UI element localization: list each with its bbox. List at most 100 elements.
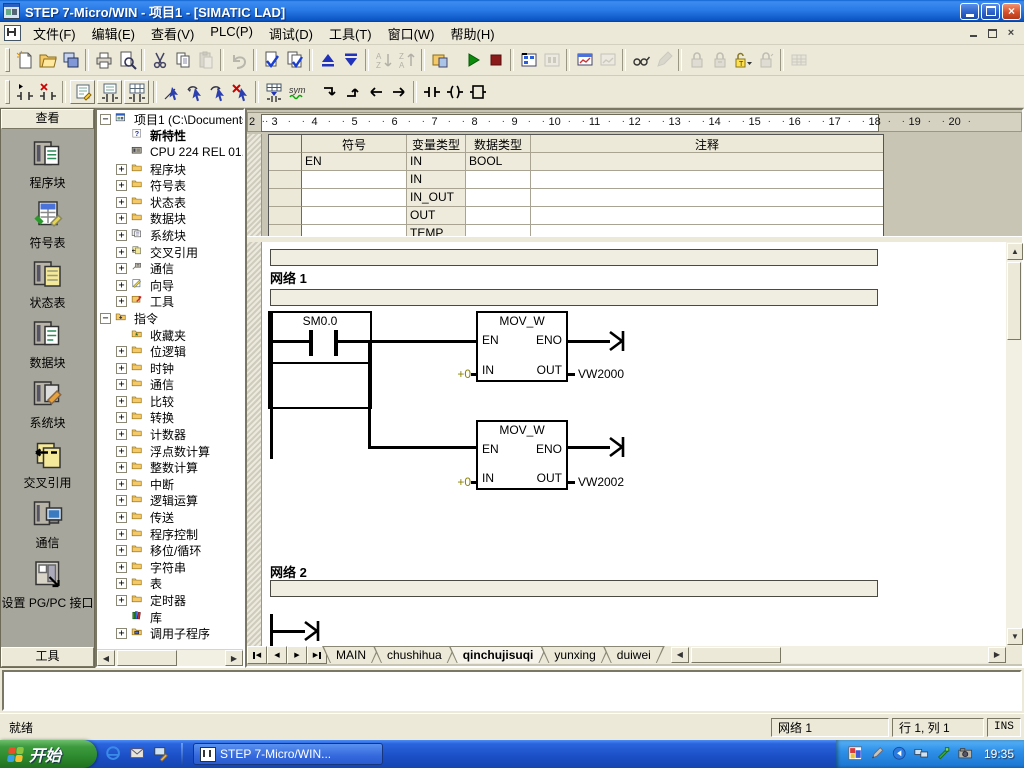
tree-item[interactable]: +字符串 xyxy=(98,559,243,576)
tree-horizontal-scrollbar[interactable]: ◀ ▶ xyxy=(97,649,243,666)
network1-comment-box[interactable] xyxy=(270,289,878,306)
tree-expander-icon[interactable]: + xyxy=(116,197,127,208)
row-header-cell[interactable] xyxy=(269,189,302,207)
menu-文件(F)[interactable]: 文件(F) xyxy=(25,21,84,46)
mdi-close-button[interactable]: × xyxy=(1003,26,1019,40)
cell-datatype[interactable] xyxy=(466,207,531,225)
cell-comment[interactable] xyxy=(531,153,883,171)
sidebar-item-pgpc-interface[interactable]: 设置 PG/PC 接口 xyxy=(2,559,94,619)
tree-item[interactable]: +符号表 xyxy=(98,177,243,194)
tree-expander-icon[interactable]: + xyxy=(116,529,127,540)
ie-icon[interactable] xyxy=(105,745,123,763)
symbol-info-icon[interactable]: sym xyxy=(285,81,308,103)
tree-item[interactable]: −指令 xyxy=(98,310,243,327)
cell-comment[interactable] xyxy=(531,171,883,189)
mov-w-block-1[interactable]: MOV_W EN ENO IN OUT xyxy=(476,311,568,382)
tree-expander-icon[interactable]: + xyxy=(116,495,127,506)
tree-expander-icon[interactable]: + xyxy=(116,346,127,357)
tree-expander-icon[interactable]: + xyxy=(116,446,127,457)
network-tray-icon[interactable] xyxy=(914,746,931,763)
tree-item[interactable]: +逻辑运算 xyxy=(98,493,243,510)
sidebar-item-program-block[interactable]: 程序块 xyxy=(2,139,94,199)
block2-in-value[interactable]: +0 xyxy=(445,475,471,489)
tab-prev-button[interactable]: ◀ xyxy=(267,646,287,664)
line-left-icon[interactable] xyxy=(364,81,387,103)
tree-item[interactable]: +转换 xyxy=(98,410,243,427)
view-fbd-icon[interactable] xyxy=(124,80,149,104)
document-icon[interactable] xyxy=(4,25,21,41)
copy-icon[interactable] xyxy=(171,49,194,71)
tree-expander-icon[interactable]: + xyxy=(116,396,127,407)
tree-expander-icon[interactable]: + xyxy=(116,247,127,258)
tree-item[interactable]: −项目1 (C:\Documents xyxy=(98,111,243,128)
tree-item[interactable]: +时钟 xyxy=(98,360,243,377)
tree-expander-icon[interactable]: + xyxy=(116,578,127,589)
view-lad-icon[interactable] xyxy=(97,80,122,104)
row-header-cell[interactable] xyxy=(269,153,302,171)
tree-item[interactable]: +程序块 xyxy=(98,161,243,178)
tools-bar-header[interactable]: 工具 xyxy=(1,647,94,667)
cell-datatype[interactable] xyxy=(466,171,531,189)
row-header-cell[interactable] xyxy=(269,207,302,225)
open-folder-icon[interactable] xyxy=(36,49,59,71)
tree-expander-icon[interactable]: − xyxy=(100,313,111,324)
tree-expander-icon[interactable]: + xyxy=(116,545,127,556)
scrollbar-thumb[interactable] xyxy=(1007,262,1021,340)
view-glasses-icon[interactable] xyxy=(629,49,652,71)
tree-expander-icon[interactable]: + xyxy=(116,512,127,523)
tree-item[interactable]: +调用子程序 xyxy=(98,625,243,642)
tree-expander-icon[interactable]: + xyxy=(116,562,127,573)
cell-datatype[interactable]: BOOL xyxy=(466,153,531,171)
tab-chushihua[interactable]: chushihua xyxy=(373,646,456,663)
menu-查看(V)[interactable]: 查看(V) xyxy=(143,21,202,46)
toolbar-grip[interactable] xyxy=(5,48,10,72)
language-tray-icon[interactable] xyxy=(892,746,909,763)
camera-tray-icon[interactable] xyxy=(958,746,975,763)
tree-expander-icon[interactable]: + xyxy=(116,479,127,490)
tab-duiwei[interactable]: duiwei xyxy=(603,646,665,663)
bookmark-toggle-icon[interactable] xyxy=(13,81,36,103)
line-right-icon[interactable] xyxy=(387,81,410,103)
menu-编辑(E)[interactable]: 编辑(E) xyxy=(84,21,143,46)
chart-status-icon[interactable] xyxy=(573,49,596,71)
tree-expander-icon[interactable]: + xyxy=(116,263,127,274)
cell-comment[interactable] xyxy=(531,207,883,225)
tree-expander-icon[interactable]: + xyxy=(116,213,127,224)
line-down-icon[interactable] xyxy=(318,81,341,103)
sidebar-item-system-block[interactable]: 系统块 xyxy=(2,379,94,439)
tab-horizontal-scrollbar[interactable]: ◀ ▶ xyxy=(671,646,1006,663)
close-button[interactable]: × xyxy=(1002,3,1021,20)
usb-green-tray-icon[interactable] xyxy=(936,746,953,763)
tree-item[interactable]: +程序控制 xyxy=(98,526,243,543)
mov-w-block-2[interactable]: MOV_W EN ENO IN OUT xyxy=(476,420,568,490)
coil-element-icon[interactable] xyxy=(443,81,466,103)
scroll-left-icon[interactable]: ◀ xyxy=(97,650,115,666)
menu-窗口(W)[interactable]: 窗口(W) xyxy=(380,21,443,46)
sidebar-item-communication[interactable]: 通信 xyxy=(2,499,94,559)
cell-symbol[interactable]: EN xyxy=(302,153,407,171)
tree-item[interactable]: +中断 xyxy=(98,476,243,493)
ime-tray-icon[interactable] xyxy=(848,746,865,763)
contact-operand[interactable]: SM0.0 xyxy=(268,314,372,328)
tree-item[interactable]: CPU 224 REL 01.2 xyxy=(98,144,243,161)
row-header-cell[interactable] xyxy=(269,171,302,189)
tree-item[interactable]: ?新特性 xyxy=(98,128,243,145)
tab-next-button[interactable]: ▶ xyxy=(287,646,307,664)
compile-icon[interactable] xyxy=(260,49,283,71)
scroll-down-icon[interactable]: ▼ xyxy=(1007,628,1023,645)
scroll-right-icon[interactable]: ▶ xyxy=(988,647,1006,663)
options-icon[interactable] xyxy=(428,49,451,71)
menu-帮助(H)[interactable]: 帮助(H) xyxy=(443,21,503,46)
tree-expander-icon[interactable]: + xyxy=(116,462,127,473)
block1-in-value[interactable]: +0 xyxy=(445,367,471,381)
tree-expander-icon[interactable]: + xyxy=(116,230,127,241)
menu-PLC(P)[interactable]: PLC(P) xyxy=(202,21,261,46)
cell-vartype[interactable]: IN_OUT xyxy=(407,189,466,207)
print-preview-icon[interactable] xyxy=(115,49,138,71)
download-icon[interactable] xyxy=(339,49,362,71)
cell-vartype[interactable]: OUT xyxy=(407,207,466,225)
menu-工具(T)[interactable]: 工具(T) xyxy=(321,21,380,46)
program-status-icon[interactable] xyxy=(517,49,540,71)
tree-item[interactable]: +通信 xyxy=(98,260,243,277)
print-icon[interactable] xyxy=(92,49,115,71)
